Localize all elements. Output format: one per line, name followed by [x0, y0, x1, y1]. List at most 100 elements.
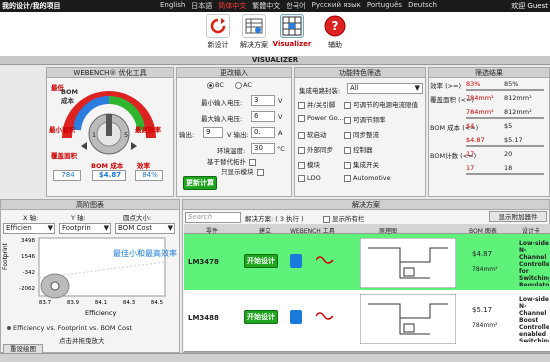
feature-label: 软启动	[307, 131, 327, 139]
lang-japanese[interactable]: 日本語	[191, 1, 212, 11]
feature-checkbox[interactable]	[344, 174, 351, 182]
feature-checkbox[interactable]	[344, 116, 351, 124]
grid-chart-icon	[280, 14, 304, 38]
refresh-icon	[206, 14, 230, 38]
search-input[interactable]: Search	[185, 212, 241, 223]
bc-radio[interactable]: BC	[207, 81, 224, 89]
modules-only-checkbox[interactable]	[256, 168, 264, 176]
waveform-icon[interactable]	[316, 254, 334, 266]
lang-traditional-chinese[interactable]: 繁體中文	[252, 1, 280, 11]
lang-german[interactable]: Deutsch	[408, 1, 437, 11]
vin-min-input[interactable]: 3	[251, 95, 275, 106]
table-row[interactable]: LM3488 开始设计 $5.17 784mm² Low-side N-Channel …	[184, 290, 550, 352]
feature-option[interactable]: 集成开关	[344, 159, 379, 169]
lang-simplified-chinese[interactable]: 简体中文	[218, 1, 246, 11]
feature-option[interactable]: 可调节的电源电流限值	[344, 99, 418, 109]
result-slider[interactable]	[466, 145, 544, 147]
waveform-icon[interactable]	[316, 310, 334, 322]
feature-option[interactable]: 并/关引脚	[298, 99, 335, 109]
schematic-thumbnail[interactable]	[360, 294, 456, 344]
alt-topology-checkbox[interactable]	[249, 158, 256, 166]
temp-input[interactable]: 30	[251, 143, 275, 154]
breadcrumb[interactable]: 我的设计/我的项目	[0, 1, 61, 11]
feature-label: 集成开关	[353, 161, 379, 169]
modules-only-option[interactable]: 只显示模块	[221, 166, 266, 176]
label-min-area: 最小面积	[49, 126, 75, 134]
vin-min-unit: V	[278, 97, 283, 105]
zoom-hint: 点击并拖曳放大	[59, 337, 105, 345]
result-max-value: 18	[504, 164, 513, 172]
help-button[interactable]: ? 辅助	[320, 14, 350, 50]
part-number[interactable]: LM3488	[188, 314, 219, 322]
feature-option[interactable]: Automotive	[344, 174, 391, 182]
feature-label: 同步整流	[353, 131, 379, 139]
result-max-value: 812mm²	[504, 94, 532, 102]
tool-icon[interactable]	[290, 310, 302, 324]
new-design-button[interactable]: 新设计	[203, 14, 233, 50]
vout-input[interactable]: 9	[203, 127, 223, 138]
feature-option[interactable]: 可调节频率	[344, 114, 386, 124]
feature-option[interactable]: 同步整流	[344, 129, 379, 139]
show-all-columns-checkbox[interactable]	[323, 215, 330, 223]
bom-price: $5.17	[472, 306, 493, 314]
feature-option[interactable]: Power Go...	[298, 114, 344, 122]
feature-checkbox[interactable]	[298, 174, 305, 182]
ac-radio[interactable]: AC	[235, 81, 252, 89]
feature-option[interactable]: LDO	[298, 174, 321, 182]
lang-portuguese[interactable]: Português	[367, 1, 402, 11]
visualizer-button[interactable]: Visualizer	[272, 14, 312, 48]
feature-checkbox[interactable]	[344, 131, 351, 139]
ic-package-select[interactable]: All ▼	[347, 83, 423, 94]
lang-english[interactable]: English	[160, 1, 185, 11]
feature-option[interactable]: 软启动	[298, 129, 327, 139]
alt-topology-option[interactable]: 基于替代拓扑	[207, 156, 258, 166]
help-label: 辅助	[328, 41, 342, 49]
vin-max-input[interactable]: 6	[251, 111, 275, 122]
y-axis-value: Footprin	[62, 224, 91, 232]
feature-option[interactable]: 控制器	[344, 144, 373, 154]
dot-size-select[interactable]: BOM Cost ▼	[115, 223, 175, 234]
feature-checkbox[interactable]	[298, 131, 305, 139]
start-design-button[interactable]: 开始设计	[244, 310, 278, 324]
result-max-value: 20	[504, 150, 513, 158]
feature-option[interactable]: 模块	[298, 159, 320, 169]
bubble-chart[interactable]: 3498 1546 -342 -2062 83.7 83.9 84.1 84.3 84.5 F…	[1, 236, 179, 320]
lang-russian[interactable]: Русский язык	[312, 1, 361, 11]
feature-checkbox[interactable]	[298, 101, 305, 109]
tool-icon[interactable]	[290, 254, 302, 268]
bom-cost-label: BOM 成本	[91, 162, 124, 170]
feature-checkbox[interactable]	[344, 146, 351, 154]
chevron-down-icon: ▼	[167, 224, 173, 232]
table-row[interactable]: LM3478 开始设计 $4.87 784mm² Low-side N-Channel …	[184, 234, 550, 292]
result-slider[interactable]	[466, 173, 544, 175]
efficiency-label: 效率	[137, 162, 150, 170]
result-slider[interactable]	[466, 89, 544, 91]
feature-checkbox[interactable]	[344, 101, 351, 109]
feature-label: 并/关引脚	[307, 101, 336, 109]
solutions-button[interactable]: 解决方案	[238, 14, 270, 50]
show-all-columns-option[interactable]: 显示所有栏	[323, 213, 365, 223]
bubble-center-point[interactable]	[50, 281, 60, 291]
toolbar: 新设计 解决方案 Visualizer ? 辅助	[0, 12, 550, 56]
x-axis-select[interactable]: Efficien ▼	[3, 223, 55, 234]
part-number[interactable]: LM3478	[188, 258, 219, 266]
start-design-button[interactable]: 开始设计	[244, 254, 278, 268]
show-more-parts-button[interactable]: 显示附加器件	[489, 211, 547, 222]
feature-option[interactable]: 外部同步	[298, 144, 333, 154]
page-title: VISUALIZER	[0, 56, 550, 65]
y-axis-select[interactable]: Footprin ▼	[59, 223, 111, 234]
feature-checkbox[interactable]	[298, 146, 305, 154]
recalculate-button[interactable]: 更新计算	[183, 176, 217, 190]
x-tick-label: 84.5	[151, 300, 164, 306]
iout-input[interactable]: 0.	[251, 127, 275, 138]
result-slider[interactable]	[466, 117, 544, 119]
schematic-thumbnail[interactable]	[360, 238, 456, 288]
inputs-title: 更改输入	[177, 68, 291, 78]
label-max-eff: 最高效率	[135, 126, 161, 134]
feature-checkbox[interactable]	[298, 114, 305, 122]
alt-topology-label: 基于替代拓扑	[207, 158, 246, 166]
feature-checkbox[interactable]	[298, 161, 305, 169]
feature-label: 可调节频率	[353, 116, 386, 124]
lang-korean[interactable]: 한국어	[286, 1, 305, 11]
feature-checkbox[interactable]	[344, 161, 351, 169]
